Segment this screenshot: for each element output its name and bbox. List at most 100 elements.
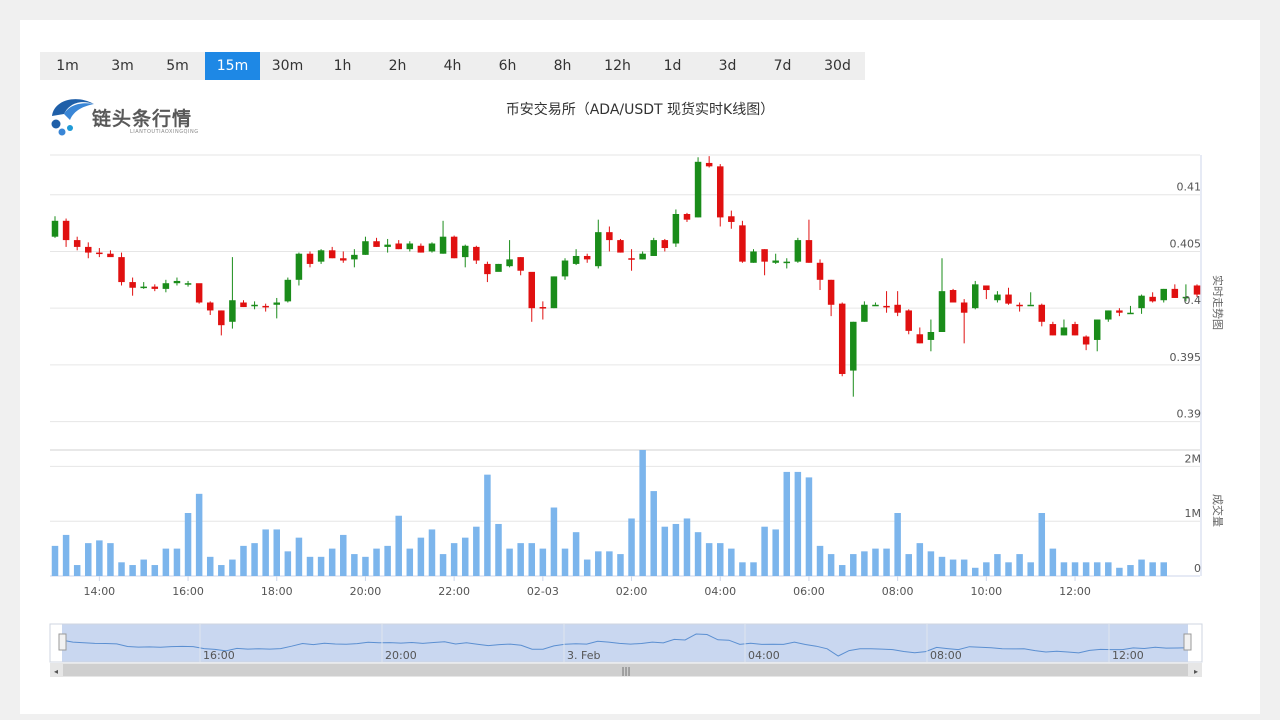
candle-body <box>1049 324 1057 336</box>
candle <box>728 210 735 229</box>
candle-body <box>739 225 746 262</box>
volume-bar <box>1093 562 1101 576</box>
scroll-left-arrow-icon[interactable]: ◂ <box>54 667 58 676</box>
time-tick-label: 20:00 <box>350 585 382 598</box>
candle <box>1138 294 1145 314</box>
volume-bar <box>1160 562 1167 576</box>
volume-bar <box>384 545 391 576</box>
volume-bar <box>85 543 92 576</box>
candle <box>218 310 225 336</box>
candle-body <box>1116 310 1123 313</box>
volume-bar <box>949 559 957 576</box>
candle <box>317 249 325 264</box>
volume-bar <box>1138 559 1145 576</box>
candle-body <box>273 302 280 305</box>
volume-bar <box>539 548 547 576</box>
volume-bar <box>373 548 380 576</box>
candle <box>1093 319 1101 352</box>
candle-body <box>284 279 292 302</box>
candle-body <box>340 258 347 261</box>
candle <box>1127 305 1134 315</box>
candle-body <box>827 279 835 305</box>
navigator-label: 12:00 <box>1112 649 1144 662</box>
volume-bar <box>816 545 824 576</box>
candle-body <box>506 259 513 267</box>
candle <box>539 301 547 320</box>
time-tick-label: 06:00 <box>793 585 825 598</box>
candle <box>118 252 125 286</box>
volume-bar <box>850 554 857 576</box>
candle-body <box>240 302 247 308</box>
candle-body <box>938 291 946 332</box>
navigator-left-handle[interactable] <box>58 633 67 651</box>
kline-chart[interactable]: 0.41 0.405 0.4 0.395 0.39 2M 1M 0 14:00 16:00 18… <box>0 0 1280 720</box>
candle <box>938 258 946 332</box>
candle-body <box>650 240 657 256</box>
volume-bar <box>1082 562 1090 576</box>
volume-bar <box>439 554 447 576</box>
volume-bar <box>983 562 990 576</box>
navigator-right-handle[interactable] <box>1183 633 1192 651</box>
candle-body <box>351 254 358 260</box>
time-tick-label: 14:00 <box>83 585 115 598</box>
candle-body <box>162 283 170 289</box>
candle <box>1027 292 1034 307</box>
candle-body <box>96 252 103 255</box>
candle-body <box>317 250 325 262</box>
candle-body <box>107 253 114 258</box>
candle <box>794 237 802 263</box>
candle <box>650 237 657 256</box>
volume-bar <box>450 543 458 576</box>
volume-bar <box>861 551 868 576</box>
candle <box>905 309 912 335</box>
candle <box>960 299 968 344</box>
candle-body <box>960 302 968 313</box>
candle <box>129 277 136 296</box>
candle-body <box>528 271 536 309</box>
scroll-right-arrow-icon[interactable]: ▸ <box>1194 667 1198 676</box>
navigator-label: 08:00 <box>930 649 962 662</box>
volume-bar <box>572 532 580 576</box>
candle <box>295 252 303 286</box>
candle <box>62 218 70 247</box>
candle <box>206 301 214 315</box>
candle-body <box>362 241 369 255</box>
candle <box>1105 310 1112 322</box>
time-axis-ticks: 14:00 16:00 18:00 20:00 22:00 02-03 02:00 04:00… <box>83 576 1091 598</box>
candle <box>617 238 624 253</box>
volume-bar <box>550 507 558 576</box>
price-tick-label: 0.39 <box>1177 408 1202 421</box>
volume-bar <box>340 534 347 576</box>
volume-bar <box>1038 513 1046 576</box>
candle-body <box>916 334 924 344</box>
volume-bar <box>1049 548 1057 576</box>
candle-body <box>628 258 635 260</box>
candle <box>473 245 480 264</box>
volume-bar <box>328 548 336 576</box>
candle-body <box>583 255 591 260</box>
candle <box>861 301 868 322</box>
volume-bar <box>561 548 569 576</box>
volume-bar <box>750 562 757 576</box>
candle <box>73 236 81 251</box>
time-tick-label: 08:00 <box>882 585 914 598</box>
candle <box>916 327 924 344</box>
volume-bar <box>262 529 269 576</box>
price-tick-label: 0.395 <box>1170 351 1202 364</box>
navigator[interactable]: 16:00 20:00 3. Feb 04:00 08:00 12:00 ||| ◂ ▸ <box>49 623 1203 677</box>
volume-bar <box>273 529 280 576</box>
candle-body <box>949 290 957 303</box>
volume-bar <box>916 543 924 576</box>
candle <box>173 277 181 286</box>
candle <box>96 248 103 258</box>
candle-body <box>1005 294 1012 304</box>
candle <box>484 261 491 283</box>
volume-bar <box>606 551 613 576</box>
volume-bar <box>62 534 70 576</box>
candle-body <box>118 257 125 283</box>
candle-body <box>495 263 502 272</box>
candle-body <box>595 232 602 267</box>
volume-bar <box>107 543 114 576</box>
candle <box>162 279 170 293</box>
volume-bar <box>484 474 491 576</box>
